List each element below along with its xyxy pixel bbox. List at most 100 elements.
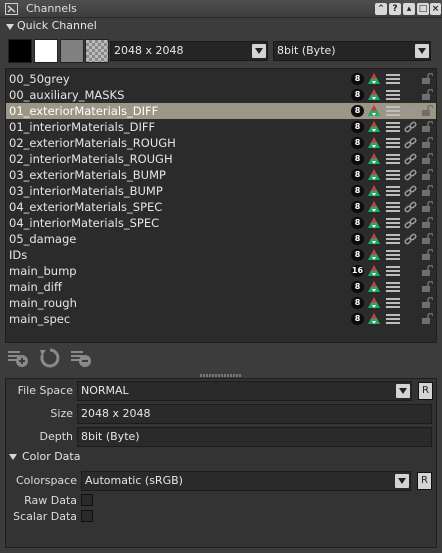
- maximize-icon[interactable]: □: [417, 3, 429, 15]
- unlock-icon[interactable]: [421, 168, 434, 181]
- rgb-channel-icon[interactable]: [367, 104, 381, 118]
- chevron-down-icon[interactable]: [415, 44, 429, 58]
- rgb-channel-icon[interactable]: [367, 264, 381, 278]
- menu-lines-icon[interactable]: [386, 186, 400, 196]
- link-icon[interactable]: [404, 121, 417, 133]
- quick-depth-dropdown[interactable]: 8bit (Byte): [273, 41, 431, 61]
- channel-row[interactable]: IDs 8: [6, 247, 436, 263]
- rgb-channel-icon[interactable]: [367, 184, 381, 198]
- chevron-down-icon[interactable]: [252, 44, 266, 58]
- rgb-channel-icon[interactable]: [367, 168, 381, 182]
- black-swatch-button[interactable]: [8, 39, 32, 63]
- collapse-triangle-icon[interactable]: [9, 454, 17, 460]
- unlock-icon[interactable]: [421, 296, 434, 309]
- quick-size-dropdown[interactable]: 2048 x 2048: [110, 41, 268, 61]
- channel-row[interactable]: 03_exteriorMaterials_BUMP 8: [6, 167, 436, 183]
- menu-lines-icon[interactable]: [386, 234, 400, 244]
- menu-lines-icon[interactable]: [386, 154, 400, 164]
- channel-row[interactable]: 01_interiorMaterials_DIFF 8: [6, 119, 436, 135]
- unlock-icon[interactable]: [421, 264, 434, 277]
- unlock-icon[interactable]: [421, 136, 434, 149]
- rgb-channel-icon[interactable]: [367, 88, 381, 102]
- unlock-icon[interactable]: [421, 216, 434, 229]
- channel-row[interactable]: 01_exteriorMaterials_DIFF 8: [6, 103, 436, 119]
- menu-lines-icon[interactable]: [386, 218, 400, 228]
- channel-row[interactable]: main_diff 8: [6, 279, 436, 295]
- rgb-channel-icon[interactable]: [367, 200, 381, 214]
- unlock-icon[interactable]: [421, 104, 434, 117]
- channel-row[interactable]: 02_interiorMaterials_ROUGH 8: [6, 151, 436, 167]
- channel-row[interactable]: 00_50grey 8: [6, 71, 436, 87]
- link-icon[interactable]: [404, 201, 417, 213]
- channel-list[interactable]: 00_50grey 8 00_auxiliary_MASKS 8 01_exterior…: [5, 68, 437, 343]
- rgb-channel-icon[interactable]: [367, 296, 381, 310]
- link-icon[interactable]: [404, 185, 417, 197]
- menu-lines-icon[interactable]: [386, 282, 400, 292]
- unlock-icon[interactable]: [421, 184, 434, 197]
- float-icon[interactable]: ▴: [403, 3, 415, 15]
- menu-lines-icon[interactable]: [386, 74, 400, 84]
- white-swatch-button[interactable]: [34, 39, 58, 63]
- link-icon[interactable]: [404, 153, 417, 165]
- new-channel-icon[interactable]: [7, 347, 29, 369]
- rgb-channel-icon[interactable]: [367, 136, 381, 150]
- refresh-icon[interactable]: [39, 347, 61, 369]
- chevron-down-icon[interactable]: [395, 474, 409, 488]
- help-icon[interactable]: ?: [389, 3, 401, 15]
- unlock-icon[interactable]: [421, 200, 434, 213]
- window-titlebar[interactable]: Channels ⌃ ? ▴ □ ×: [0, 0, 442, 18]
- link-icon[interactable]: [404, 137, 417, 149]
- colorspace-reset-button[interactable]: R: [417, 472, 432, 490]
- file-space-reset-button[interactable]: R: [418, 382, 433, 400]
- menu-lines-icon[interactable]: [386, 202, 400, 212]
- channel-row[interactable]: 03_interiorMaterials_BUMP 8: [6, 183, 436, 199]
- delete-channel-icon[interactable]: [70, 347, 92, 369]
- pin-icon[interactable]: ⌃: [375, 3, 387, 15]
- link-icon[interactable]: [404, 233, 417, 245]
- file-space-dropdown[interactable]: NORMAL: [77, 381, 412, 401]
- link-icon[interactable]: [404, 169, 417, 181]
- chevron-down-icon[interactable]: [396, 384, 410, 398]
- collapse-triangle-icon[interactable]: [6, 24, 14, 30]
- link-icon[interactable]: [404, 217, 417, 229]
- rgb-channel-icon[interactable]: [367, 280, 381, 294]
- menu-lines-icon[interactable]: [386, 90, 400, 100]
- channel-row[interactable]: 04_interiorMaterials_SPEC 8: [6, 215, 436, 231]
- channel-row[interactable]: main_bump 16: [6, 263, 436, 279]
- close-icon[interactable]: ×: [430, 3, 441, 15]
- unlock-icon[interactable]: [421, 152, 434, 165]
- menu-lines-icon[interactable]: [386, 314, 400, 324]
- unlock-icon[interactable]: [421, 72, 434, 85]
- raw-data-checkbox[interactable]: [81, 494, 93, 506]
- rgb-channel-icon[interactable]: [367, 232, 381, 246]
- rgb-channel-icon[interactable]: [367, 152, 381, 166]
- unlock-icon[interactable]: [421, 88, 434, 101]
- channel-row[interactable]: main_spec 8: [6, 311, 436, 327]
- colorspace-dropdown[interactable]: Automatic (sRGB): [81, 471, 411, 491]
- splitter-handle[interactable]: [200, 374, 242, 377]
- menu-lines-icon[interactable]: [386, 122, 400, 132]
- channel-row[interactable]: 02_exteriorMaterials_ROUGH 8: [6, 135, 436, 151]
- unlock-icon[interactable]: [421, 120, 434, 133]
- channel-row[interactable]: main_rough 8: [6, 295, 436, 311]
- unlock-icon[interactable]: [421, 248, 434, 261]
- grey-swatch-button[interactable]: [60, 39, 84, 63]
- transparent-swatch-button[interactable]: [85, 39, 109, 63]
- rgb-channel-icon[interactable]: [367, 216, 381, 230]
- unlock-icon[interactable]: [421, 280, 434, 293]
- unlock-icon[interactable]: [421, 312, 434, 325]
- channel-row[interactable]: 04_exteriorMaterials_SPEC 8: [6, 199, 436, 215]
- link-icon[interactable]: [404, 105, 417, 117]
- rgb-channel-icon[interactable]: [367, 312, 381, 326]
- channel-row[interactable]: 05_damage 8: [6, 231, 436, 247]
- unlock-icon[interactable]: [421, 232, 434, 245]
- menu-lines-icon[interactable]: [386, 266, 400, 276]
- menu-lines-icon[interactable]: [386, 170, 400, 180]
- channel-row[interactable]: 00_auxiliary_MASKS 8: [6, 87, 436, 103]
- rgb-channel-icon[interactable]: [367, 120, 381, 134]
- scalar-data-checkbox[interactable]: [81, 510, 93, 522]
- rgb-channel-icon[interactable]: [367, 248, 381, 262]
- menu-lines-icon[interactable]: [386, 106, 400, 116]
- menu-lines-icon[interactable]: [386, 138, 400, 148]
- menu-lines-icon[interactable]: [386, 250, 400, 260]
